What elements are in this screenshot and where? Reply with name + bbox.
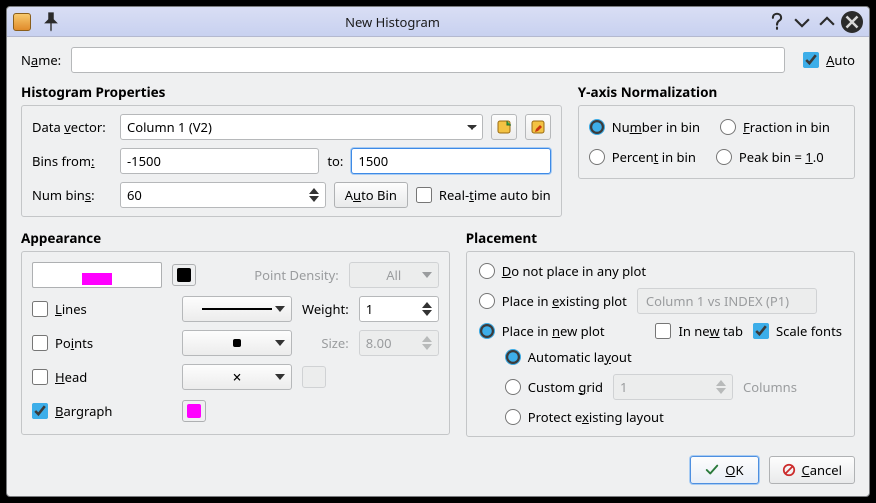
check-icon [705,463,719,477]
close-button[interactable] [841,11,863,33]
scale-fonts-checkbox[interactable]: Scale fonts [753,322,842,340]
name-row: Name: Auto [21,47,855,73]
bins-to-label: to: [327,152,343,170]
auto-name-checkbox-input[interactable] [803,52,819,68]
chevron-down-icon [275,331,285,355]
bargraph-color-button[interactable] [182,400,206,422]
custom-grid-spinbox [613,374,733,400]
line-style-combo[interactable] [182,296,292,322]
edit-vector-button[interactable] [525,114,551,140]
chevron-down-icon [275,365,285,389]
new-vector-button[interactable] [491,114,517,140]
head-sample-icon: × [232,370,241,385]
titlebar: New Histogram [7,7,869,37]
appearance-group: Appearance Point Density: All [21,229,450,437]
radio-do-not-place[interactable]: Do not place in any plot [479,262,646,280]
head-color-button [302,366,326,388]
name-label: Name: [21,51,61,69]
bargraph-checkbox[interactable]: Bargraph [32,402,172,420]
cancel-icon [782,463,796,477]
radio-place-new[interactable]: Place in new plot [479,322,605,340]
maximize-button[interactable] [816,11,838,33]
data-vector-select[interactable]: Column 1 (V2) [120,114,483,140]
chevron-down-icon [275,297,285,321]
placement-group: Placement Do not place in any plot Place… [466,229,855,437]
radio-protect-layout[interactable]: Protect existing layout [505,408,664,426]
ok-button[interactable]: OK [690,456,758,484]
point-sample-icon [233,339,241,347]
placement-title: Placement [466,229,855,247]
histogram-properties-group: Histogram Properties Data vector: Column… [21,83,562,217]
mid-groups: Appearance Point Density: All [21,229,855,445]
chevron-down-icon [422,263,432,287]
auto-bin-button[interactable]: Auto Bin [334,182,408,208]
preview-swatch-color [82,273,112,285]
radio-number-in-bin[interactable]: Number in bin [589,118,700,136]
histogram-properties-title: Histogram Properties [21,83,562,101]
radio-place-existing[interactable]: Place in existing plot [479,292,627,310]
window-title: New Histogram [22,13,763,31]
radio-percent-in-bin[interactable]: Percent in bin [589,148,696,166]
data-vector-label: Data vector: [32,118,112,136]
points-checkbox[interactable]: Points [32,334,172,352]
line-sample-icon [202,308,272,310]
size-spinbox [359,330,439,356]
point-density-label: Point Density: [254,266,338,284]
name-input[interactable] [71,47,785,73]
weight-spinbox[interactable] [359,296,439,322]
top-groups: Histogram Properties Data vector: Column… [21,83,855,225]
radio-fraction-in-bin[interactable]: Fraction in bin [720,118,830,136]
yaxis-title: Y-axis Normalization [578,83,855,101]
auto-name-checkbox[interactable]: Auto [803,51,855,69]
cancel-button[interactable]: Cancel [769,456,855,484]
appearance-title: Appearance [21,229,450,247]
dialog-content: Name: Auto Histogram Properties Data vec… [7,37,869,446]
yaxis-normalization-group: Y-axis Normalization Number in bin Fract… [578,83,855,217]
size-label: Size: [321,334,348,352]
radio-automatic-layout[interactable]: Automatic layout [505,348,632,366]
point-density-combo: All [349,262,439,288]
weight-label: Weight: [302,300,349,318]
realtime-autobin-input[interactable] [416,187,432,203]
existing-plot-select: Column 1 vs INDEX (P1) [637,288,817,314]
bins-from-input[interactable] [120,148,319,174]
in-new-tab-checkbox[interactable]: In new tab [655,322,743,340]
num-bins-label: Num bins: [32,186,112,204]
num-bins-spinbox[interactable] [120,182,326,208]
dialog-window: New Histogram Name: Auto Histog [6,6,870,497]
minimize-button[interactable] [791,11,813,33]
bins-from-label: Bins from: [32,152,112,170]
lines-checkbox[interactable]: Lines [32,300,172,318]
point-style-combo[interactable] [182,330,292,356]
radio-peak-bin[interactable]: Peak bin = 1.0 [716,148,824,166]
realtime-autobin-checkbox[interactable]: Real-time auto bin [416,186,551,204]
preview-swatch[interactable] [32,262,162,288]
head-checkbox[interactable]: Head [32,368,172,386]
head-style-combo[interactable]: × [182,364,292,390]
bins-to-input[interactable] [351,148,550,174]
help-button[interactable] [766,11,788,33]
radio-custom-grid[interactable]: Custom grid [505,378,603,396]
columns-label: Columns [743,378,797,396]
stroke-color-button[interactable] [172,264,196,286]
dialog-button-row: OK Cancel [7,446,869,496]
